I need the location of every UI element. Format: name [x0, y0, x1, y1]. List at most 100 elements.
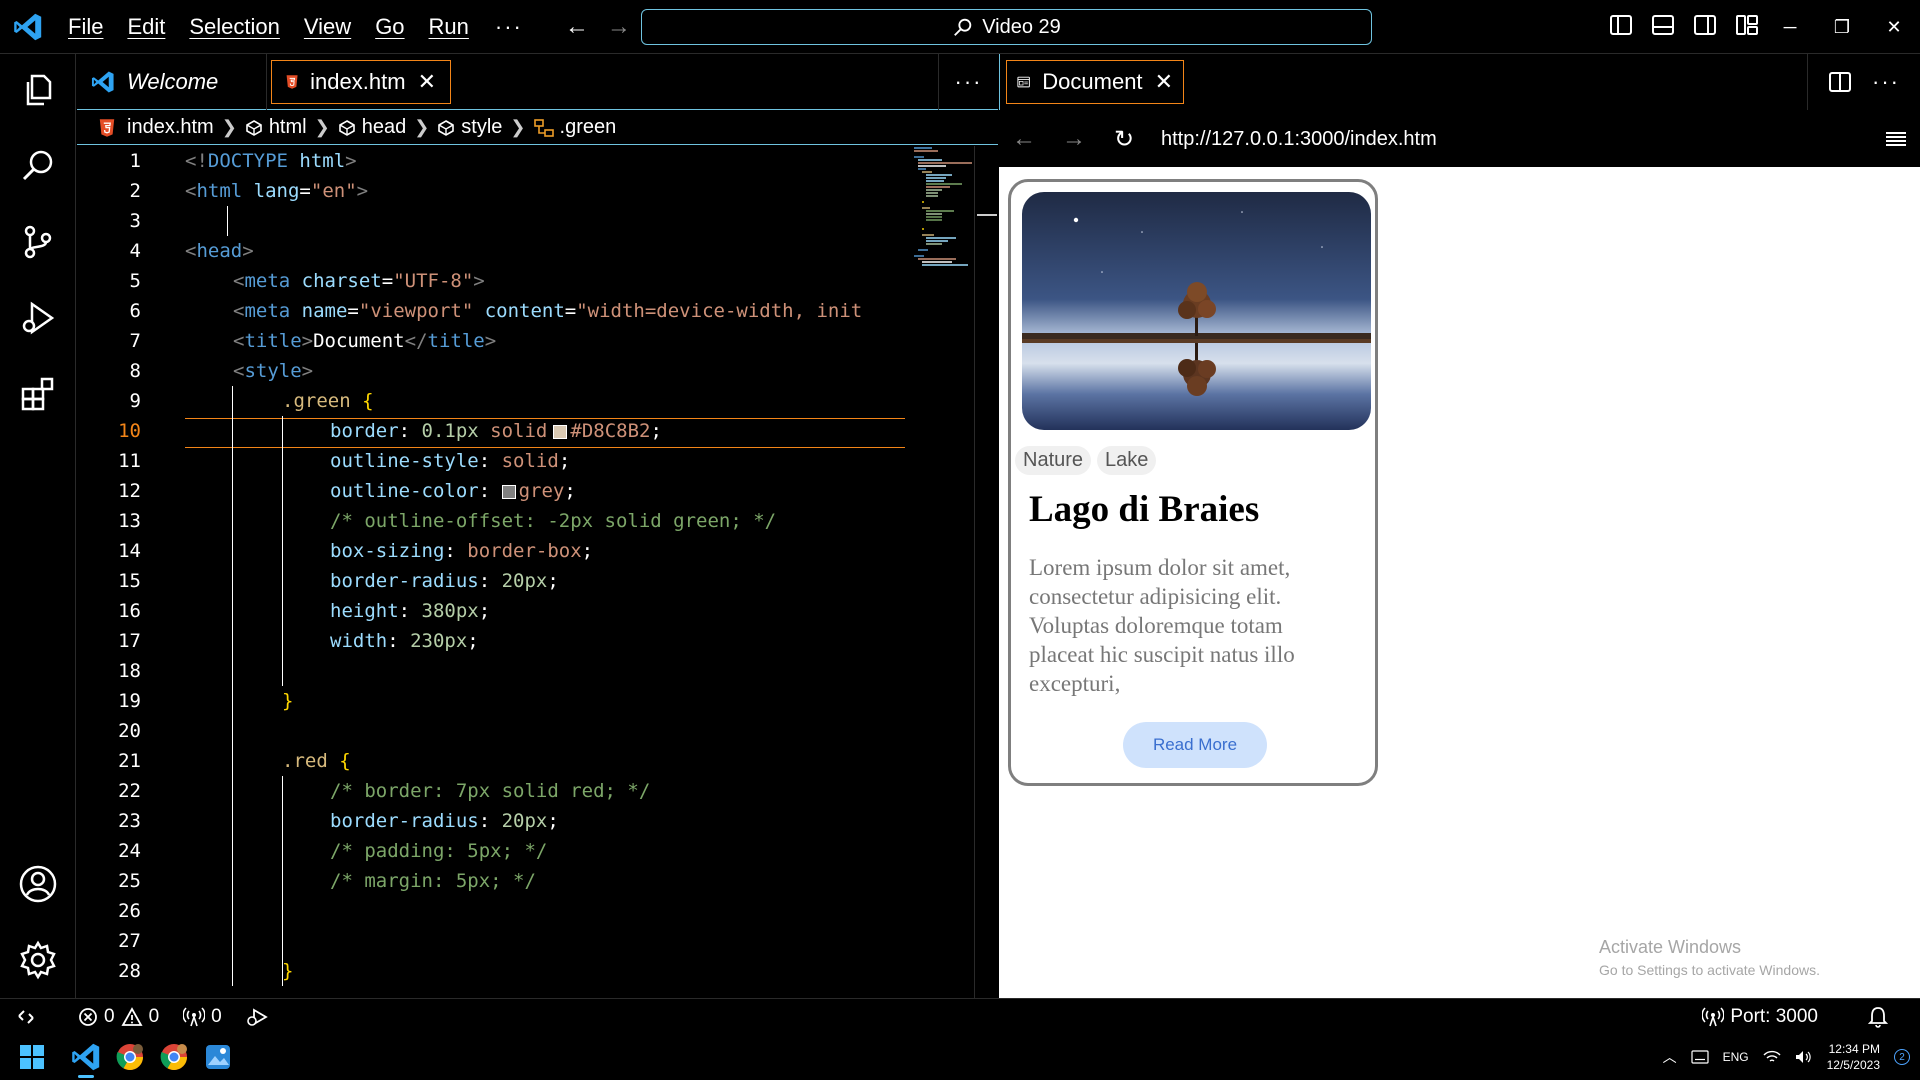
- chevron-right-icon: ❯: [221, 117, 237, 137]
- minimap[interactable]: [912, 146, 974, 286]
- notifications-bell-icon[interactable]: [1856, 1006, 1900, 1028]
- browser-url-bar[interactable]: http://127.0.0.1:3000/index.htm: [1161, 128, 1437, 151]
- breadcrumb-file-label: index.htm: [127, 116, 214, 138]
- go-forward-button[interactable]: →: [607, 13, 631, 41]
- color-swatch[interactable]: [553, 424, 568, 439]
- source-control-icon[interactable]: [14, 218, 62, 266]
- title-bar: File Edit Selection View Go Run ··· ← → …: [0, 0, 1920, 54]
- search-view-icon[interactable]: [14, 142, 62, 190]
- debug-launch-indicator[interactable]: [234, 1007, 280, 1027]
- menu-edit[interactable]: Edit: [115, 14, 177, 40]
- explorer-icon[interactable]: [14, 66, 62, 114]
- symbol-class-icon: [533, 118, 554, 137]
- tab-close-icon[interactable]: ✕: [1155, 69, 1173, 95]
- watermark-subtitle: Go to Settings to activate Windows.: [1599, 962, 1820, 978]
- menu-run[interactable]: Run: [417, 14, 481, 40]
- extensions-icon[interactable]: [14, 370, 62, 418]
- customize-layout-icon[interactable]: [1734, 12, 1762, 40]
- scrollbar-cursor-marker: [977, 214, 997, 216]
- tab-close-icon[interactable]: ✕: [418, 69, 436, 95]
- hamburger-menu-icon[interactable]: [1882, 125, 1910, 153]
- remote-indicator[interactable]: [0, 1007, 48, 1027]
- browser-forward-button[interactable]: →: [1049, 111, 1099, 167]
- menu-selection[interactable]: Selection: [177, 14, 292, 40]
- ports-count: 0: [211, 1005, 222, 1027]
- input-language[interactable]: ENG: [1723, 1050, 1749, 1064]
- read-more-button[interactable]: Read More: [1123, 722, 1267, 768]
- line-number: 26: [77, 896, 907, 926]
- problems-indicator[interactable]: 0 0: [66, 1006, 171, 1028]
- volume-icon[interactable]: [1795, 1050, 1813, 1064]
- broadcast-icon: [183, 1006, 206, 1026]
- breadcrumb-style[interactable]: style: [437, 116, 502, 139]
- taskbar-chrome-profile-icon[interactable]: [152, 1035, 196, 1079]
- symbol-element-icon: [438, 119, 455, 136]
- line-number-label: 18: [118, 660, 141, 682]
- breadcrumb: index.htm ❯ html ❯ head ❯ style ❯ .green: [77, 111, 998, 145]
- taskbar-chrome-icon[interactable]: [108, 1035, 152, 1079]
- breadcrumb-html[interactable]: html: [245, 116, 307, 139]
- taskbar-vscode-icon[interactable]: [64, 1035, 108, 1079]
- error-count: 0: [104, 1005, 115, 1027]
- live-server-port[interactable]: Port: 3000: [1690, 1006, 1830, 1028]
- tab-document[interactable]: Document ✕: [1006, 60, 1184, 104]
- warning-count: 0: [148, 1005, 160, 1027]
- menu-more-button[interactable]: ···: [481, 14, 537, 40]
- code-line: border-radius: 20px;: [330, 810, 559, 832]
- ports-indicator[interactable]: 0: [171, 1006, 234, 1028]
- command-center-search[interactable]: Video 29: [641, 9, 1372, 45]
- toggle-primary-sidebar-icon[interactable]: [1608, 12, 1636, 40]
- windows-taskbar: ︿ ENG 12:34 PM 12/5/2023 2: [0, 1034, 1920, 1080]
- restore-button[interactable]: ❐: [1816, 17, 1868, 38]
- breadcrumb-green[interactable]: .green: [533, 116, 617, 139]
- vscode-logo-icon: [0, 0, 56, 54]
- settings-gear-icon[interactable]: [14, 936, 62, 984]
- menu-view[interactable]: View: [292, 14, 363, 40]
- browser-more-actions-button[interactable]: ···: [1872, 69, 1900, 95]
- menu-file[interactable]: File: [56, 14, 115, 40]
- code-editor[interactable]: 1 2 3 4 5 6 7 8 9 10 11 12 13 14 15 16 17 18 19 20 21 22 23 24 2…: [77, 146, 982, 998]
- chevron-up-icon[interactable]: ︿: [1663, 1047, 1677, 1067]
- menu-go[interactable]: Go: [363, 14, 416, 40]
- minimize-button[interactable]: ─: [1764, 17, 1816, 38]
- editor-more-actions-button[interactable]: ···: [938, 54, 998, 110]
- split-editor-icon[interactable]: [1828, 70, 1852, 94]
- clock[interactable]: 12:34 PM 12/5/2023: [1827, 1041, 1880, 1073]
- color-swatch[interactable]: [501, 484, 516, 499]
- chevron-right-icon: ❯: [510, 117, 526, 137]
- tab-index-htm[interactable]: index.htm ✕: [271, 60, 451, 104]
- toggle-panel-icon[interactable]: [1650, 12, 1678, 40]
- breadcrumb-head[interactable]: head: [338, 116, 406, 139]
- notification-count-badge[interactable]: 2: [1894, 1049, 1910, 1065]
- browser-preview-icon: [1017, 76, 1030, 88]
- code-line: }: [282, 690, 294, 712]
- close-window-button[interactable]: ✕: [1868, 17, 1920, 38]
- go-back-button[interactable]: ←: [565, 13, 589, 41]
- keyboard-icon[interactable]: [1690, 1050, 1709, 1064]
- system-tray: ︿ ENG 12:34 PM 12/5/2023 2: [1663, 1034, 1910, 1080]
- browser-navigation-bar: ← → ↻ http://127.0.0.1:3000/index.htm: [999, 111, 1920, 167]
- code-line: width: 230px;: [330, 630, 479, 652]
- tab-document-label: Document: [1042, 69, 1143, 94]
- search-icon: [954, 18, 972, 36]
- run-and-debug-icon[interactable]: [14, 294, 62, 342]
- editor-vertical-scrollbar[interactable]: [974, 146, 998, 998]
- breadcrumb-file[interactable]: index.htm: [99, 116, 214, 139]
- line-number-label: 3: [129, 210, 141, 232]
- chevron-right-icon: ❯: [314, 117, 330, 137]
- card-description: Lorem ipsum dolor sit amet, consectetur …: [1029, 555, 1295, 696]
- taskbar-photos-icon[interactable]: [196, 1035, 240, 1079]
- tab-welcome[interactable]: Welcome: [77, 54, 267, 110]
- line-number-label: 27: [118, 930, 141, 952]
- windows-start-icon[interactable]: [10, 1035, 54, 1079]
- accounts-icon[interactable]: [14, 860, 62, 908]
- line-number: 18: [77, 656, 907, 686]
- browser-back-button[interactable]: ←: [999, 111, 1049, 167]
- browser-tab-bar: Document ✕ ···: [999, 54, 1920, 110]
- editor-tab-bar: Welcome index.htm ✕ ···: [77, 54, 998, 110]
- browser-reload-button[interactable]: ↻: [1099, 111, 1149, 167]
- toggle-secondary-sidebar-icon[interactable]: [1692, 12, 1720, 40]
- wifi-icon[interactable]: [1763, 1050, 1781, 1064]
- breadcrumb-green-label: .green: [559, 116, 617, 138]
- tab-index-label: index.htm: [310, 69, 406, 94]
